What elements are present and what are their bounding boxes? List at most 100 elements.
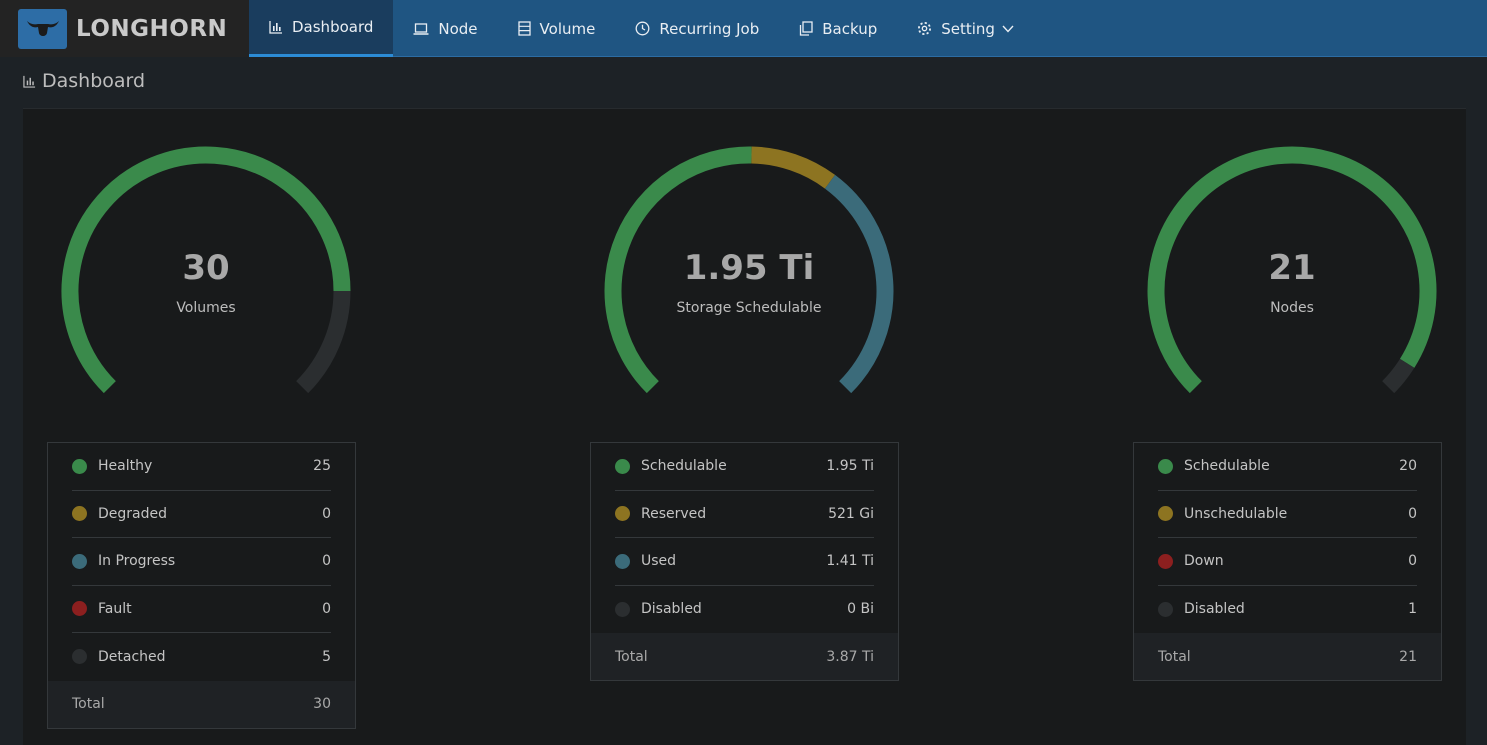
- legend-count: 1.41 Ti: [826, 553, 874, 570]
- gear-icon: [918, 22, 932, 35]
- nav-setting-label: Setting: [941, 19, 995, 38]
- legend-row-disabled[interactable]: Disabled 0 Bi: [615, 586, 874, 634]
- legend-count: 0: [1408, 553, 1417, 570]
- laptop-icon: [413, 22, 429, 35]
- legend-total-count: 30: [313, 696, 331, 712]
- legend-count: 25: [313, 458, 331, 475]
- legend-row-schedulable[interactable]: Schedulable 1.95 Ti: [615, 443, 874, 491]
- nodes-gauge-value: 21: [1268, 248, 1316, 288]
- status-dot-gray: [615, 601, 630, 617]
- main-nav: Dashboard Node Volume Recurring Job Back…: [249, 0, 1034, 57]
- storage-legend: Schedulable 1.95 Ti Reserved 521 Gi Used…: [590, 442, 899, 681]
- legend-label: Down: [1184, 553, 1224, 570]
- legend-count: 521 Gi: [828, 505, 874, 522]
- nav-recurring-job[interactable]: Recurring Job: [615, 0, 779, 57]
- legend-row-healthy[interactable]: Healthy 25: [72, 443, 331, 491]
- status-dot-red: [1158, 553, 1173, 569]
- legend-label: Reserved: [641, 505, 707, 522]
- legend-row-disabled[interactable]: Disabled 1: [1158, 586, 1417, 634]
- gauge-segment-gray: [1382, 358, 1415, 394]
- nav-backup[interactable]: Backup: [779, 0, 897, 57]
- legend-row-used[interactable]: Used 1.41 Ti: [615, 538, 874, 586]
- status-dot-green: [72, 458, 87, 474]
- legend-total-label: Total: [1158, 648, 1191, 665]
- legend-total-row: Total 30: [48, 680, 355, 728]
- legend-row-schedulable[interactable]: Schedulable 20: [1158, 443, 1417, 491]
- volumes-legend: Healthy 25 Degraded 0 In Progress 0 Faul…: [47, 442, 356, 729]
- nav-setting[interactable]: Setting: [897, 0, 1034, 57]
- legend-count: 5: [322, 648, 331, 665]
- legend-total-count: 3.87 Ti: [826, 648, 874, 665]
- legend-row-down[interactable]: Down 0: [1158, 538, 1417, 586]
- nav-dashboard[interactable]: Dashboard: [249, 0, 394, 57]
- legend-row-detached[interactable]: Detached 5: [72, 633, 331, 681]
- legend-total-label: Total: [615, 648, 648, 665]
- brand-name: LONGHORN: [76, 15, 228, 42]
- status-dot-gray: [1158, 601, 1173, 617]
- legend-count: 0: [1408, 505, 1417, 522]
- legend-row-unschedulable[interactable]: Unschedulable 0: [1158, 491, 1417, 538]
- nav-node[interactable]: Node: [393, 0, 497, 57]
- legend-label: Schedulable: [1184, 458, 1270, 475]
- storage-gauge: 1.95 Ti Storage Schedulable: [604, 146, 894, 396]
- legend-label: Fault: [98, 600, 132, 617]
- status-dot-yellow: [1158, 506, 1173, 522]
- legend-label: Schedulable: [641, 458, 727, 475]
- storage-gauge-label: Storage Schedulable: [676, 300, 822, 316]
- legend-count: 20: [1399, 458, 1417, 475]
- legend-label: Disabled: [1184, 601, 1245, 618]
- nodes-legend: Schedulable 20 Unschedulable 0 Down 0 Di…: [1133, 442, 1442, 681]
- legend-total-label: Total: [72, 696, 105, 712]
- status-dot-yellow: [615, 506, 630, 522]
- longhorn-logo-icon: [18, 8, 67, 49]
- legend-label: Disabled: [641, 601, 702, 618]
- legend-count: 0 Bi: [847, 601, 874, 618]
- legend-label: Healthy: [98, 458, 153, 475]
- status-dot-teal: [615, 553, 630, 569]
- volumes-gauge-label: Volumes: [176, 300, 236, 316]
- legend-label: Unschedulable: [1184, 505, 1288, 522]
- clock-icon: [635, 21, 650, 36]
- dashboard-panel: 30 Volumes Healthy 25 Degraded 0 In Prog…: [23, 108, 1466, 745]
- nav-backup-label: Backup: [822, 19, 878, 38]
- bar-chart-icon: [23, 75, 36, 88]
- nav-recurring-job-label: Recurring Job: [659, 19, 760, 38]
- legend-total-row: Total 21: [1134, 633, 1441, 680]
- brand[interactable]: LONGHORN: [0, 0, 249, 57]
- legend-label: Detached: [98, 648, 166, 665]
- legend-count: 0: [322, 505, 331, 522]
- legend-label: Degraded: [98, 505, 168, 522]
- status-dot-green: [1158, 458, 1173, 474]
- chevron-down-icon: [1002, 25, 1014, 33]
- legend-count: 1: [1408, 601, 1417, 618]
- status-dot-green: [615, 458, 630, 474]
- legend-row-reserved[interactable]: Reserved 521 Gi: [615, 491, 874, 538]
- top-navbar: LONGHORN Dashboard Node Volume Recurring…: [0, 0, 1487, 57]
- legend-total-count: 21: [1399, 648, 1417, 665]
- volumes-gauge-value: 30: [182, 248, 230, 288]
- legend-count: 1.95 Ti: [826, 458, 874, 475]
- legend-label: In Progress: [98, 553, 176, 570]
- status-dot-yellow: [72, 506, 87, 522]
- status-dot-teal: [72, 553, 87, 569]
- page-title-text: Dashboard: [42, 70, 146, 92]
- nav-dashboard-label: Dashboard: [292, 18, 374, 36]
- nav-node-label: Node: [438, 19, 478, 38]
- gauge-segment-yellow: [751, 146, 836, 189]
- nodes-gauge-label: Nodes: [1270, 300, 1314, 316]
- legend-count: 0: [322, 553, 331, 570]
- copy-icon: [800, 21, 813, 36]
- legend-total-row: Total 3.87 Ti: [591, 633, 898, 680]
- volumes-gauge: 30 Volumes: [61, 146, 351, 396]
- legend-row-fault[interactable]: Fault 0: [72, 586, 331, 633]
- legend-row-degraded[interactable]: Degraded 0: [72, 491, 331, 538]
- database-icon: [517, 21, 531, 36]
- storage-gauge-value: 1.95 Ti: [683, 248, 815, 288]
- status-dot-gray: [72, 649, 87, 665]
- legend-count: 0: [322, 600, 331, 617]
- nav-volume[interactable]: Volume: [498, 0, 616, 57]
- legend-row-in-progress[interactable]: In Progress 0: [72, 538, 331, 586]
- nav-volume-label: Volume: [539, 19, 596, 38]
- nodes-gauge: 21 Nodes: [1147, 146, 1437, 396]
- legend-label: Used: [641, 553, 677, 570]
